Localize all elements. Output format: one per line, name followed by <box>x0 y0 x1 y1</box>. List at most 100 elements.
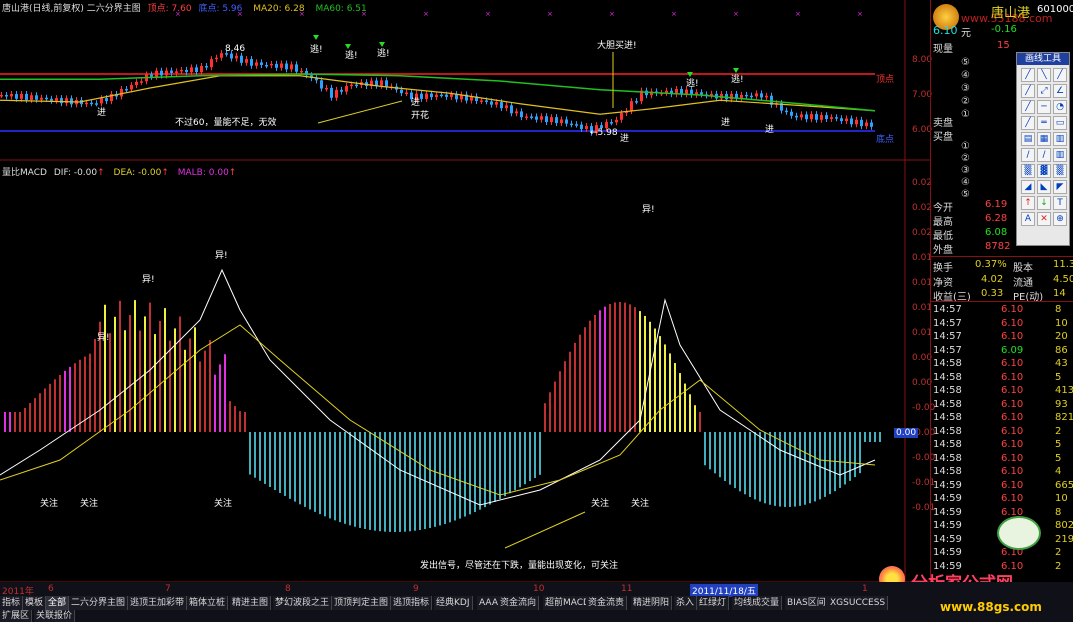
fib-tool-icon[interactable]: ╱ <box>1021 116 1035 130</box>
macd-histogram-bar <box>699 412 701 432</box>
indicator-tab[interactable]: 红绿灯 <box>697 596 730 610</box>
indicator-tab[interactable]: 全部 <box>46 596 70 610</box>
flag-tool-icon[interactable]: ◤ <box>1053 180 1067 194</box>
magnet-tool-icon[interactable]: ⊕ <box>1053 212 1067 226</box>
tick-volume: 8 <box>1055 304 1062 315</box>
candle <box>45 97 48 100</box>
indicator-tab[interactable]: 杀入 <box>674 596 698 610</box>
up-arrow-icon[interactable]: ↑ <box>1021 196 1035 210</box>
line-tool-icon[interactable]: ╱ <box>1021 68 1035 82</box>
gann-tool-icon[interactable]: ∕ <box>1037 148 1051 162</box>
indicator-tab[interactable]: 箱体立桩 <box>187 596 229 610</box>
segment-tool-icon[interactable]: ╱ <box>1053 68 1067 82</box>
indicator-tab[interactable]: 资金流向 <box>498 596 540 610</box>
tick-volume: 2 <box>1055 560 1062 572</box>
tick-time: 14:59 <box>933 506 962 518</box>
tick-row: 14:59 6.10 2 <box>931 547 1073 559</box>
indicator-tab[interactable]: XGSUCCESS <box>828 596 889 610</box>
macd-histogram-bar <box>679 373 681 432</box>
candle <box>435 94 438 98</box>
indicator-tab[interactable]: 梦幻波段之王 <box>273 596 333 610</box>
macd-histogram-bar <box>199 361 201 432</box>
macd-histogram-bar <box>414 432 416 531</box>
indicator-tab[interactable]: BIAS区间 <box>785 596 829 610</box>
grid-tool-icon[interactable]: ▤ <box>1021 132 1035 146</box>
wedge-tool-icon[interactable]: ◣ <box>1037 180 1051 194</box>
ray-tool-icon[interactable]: ╲ <box>1037 68 1051 82</box>
trend-tool-icon[interactable]: ╱ <box>1021 84 1035 98</box>
candle <box>135 81 138 86</box>
fan-tool-icon[interactable]: ∕ <box>1021 148 1035 162</box>
tick-row: 14:57 6.10 8 <box>931 304 1073 316</box>
indicator-tab[interactable]: 二六分界主图 <box>69 596 129 610</box>
macd-histogram-bar <box>389 432 391 532</box>
candle <box>185 69 188 73</box>
arc-tool-icon[interactable]: ◔ <box>1053 100 1067 114</box>
indicator-tab[interactable]: 逃顶指标 <box>391 596 433 610</box>
candle <box>35 95 38 100</box>
zone-tool-icon[interactable]: ▒ <box>1053 164 1067 178</box>
indicator-tab[interactable]: 指标 <box>0 596 24 610</box>
tick-price: 6.10 <box>1001 479 1024 491</box>
macd-histogram-bar <box>394 432 396 532</box>
now-volume-label: 现量 <box>933 44 953 55</box>
macd-histogram-bar <box>29 403 31 432</box>
macd-histogram-bar <box>69 366 71 432</box>
period-tool-icon[interactable]: ▥ <box>1053 148 1067 162</box>
text-tool-icon[interactable]: T <box>1053 196 1067 210</box>
bar-tool-icon[interactable]: ▥ <box>1053 132 1067 146</box>
angle-tool-icon[interactable]: ∠ <box>1053 84 1067 98</box>
hline-tool-icon[interactable]: ─ <box>1037 100 1051 114</box>
chart-area[interactable]: × × × × × × × × × × × × 唐山港(日线,前复权) 二六分界主图 顶点: 7.60… <box>0 0 935 583</box>
macd-histogram-bar <box>734 432 736 489</box>
triangle-tool-icon[interactable]: ◢ <box>1021 180 1035 194</box>
macd-histogram-bar <box>89 353 91 432</box>
rect-tool-icon[interactable]: ▭ <box>1053 116 1067 130</box>
macd-histogram-bar <box>644 315 646 432</box>
delete-tool-icon[interactable]: ✕ <box>1037 212 1051 226</box>
indicator-tab[interactable]: 精进阴阳 <box>631 596 673 610</box>
extension-tab[interactable]: 扩展区 <box>0 610 33 622</box>
turnover-value: 0.37% <box>975 259 1007 270</box>
indicator-tab[interactable]: 资金流责 <box>586 596 628 610</box>
stock-name: 唐山港 <box>991 6 1031 21</box>
candle <box>700 92 703 95</box>
tick-time: 14:58 <box>933 425 962 437</box>
arrow-line-icon[interactable]: ⤢ <box>1037 84 1051 98</box>
indicator-tab[interactable]: 精进主图 <box>230 596 272 610</box>
candle <box>330 87 333 98</box>
kline-chart-svg[interactable]: × × × × × × × × × × × × <box>0 0 930 583</box>
candle <box>140 81 143 83</box>
ma60-label: MA60: 6.51 <box>315 4 367 14</box>
high-value: 6.28 <box>985 213 1008 224</box>
label-tool-icon[interactable]: A <box>1021 212 1035 226</box>
tick-time: 14:59 <box>933 547 962 558</box>
macd-histogram-bar <box>279 432 281 494</box>
down-arrow-icon[interactable]: ↓ <box>1037 196 1051 210</box>
related-quote-tab[interactable]: 关联报价 <box>34 610 76 622</box>
drawing-toolbar[interactable]: 画线工具 ╱ ╲ ╱ ╱ ⤢ ∠ ╱ ─ ◔ ╱ ═ ▭ ▤ ▦ ▥ ∕ ∕ ▥ ▒ ▓ ▒ ◢ ◣ ◤ ↑ ↓ T A ✕ ⊕ <box>1016 52 1070 246</box>
channel-tool-icon[interactable]: ═ <box>1037 116 1051 130</box>
parallel-tool-icon[interactable]: ╱ <box>1021 100 1035 114</box>
indicator-tab[interactable]: 均线成交量 <box>732 596 783 610</box>
macd-histogram-bar <box>749 432 751 497</box>
macd-histogram-bar <box>864 432 866 442</box>
indicator-tab[interactable]: 经典KDJ <box>434 596 473 610</box>
wave-tool-icon[interactable]: ▓ <box>1037 164 1051 178</box>
macd-histogram-bar <box>274 432 276 491</box>
box-tool-icon[interactable]: ▦ <box>1037 132 1051 146</box>
macd-histogram-bar <box>114 316 116 432</box>
macd-histogram-bar <box>824 432 826 497</box>
macd-histogram-bar <box>234 406 236 432</box>
indicator-tab[interactable]: 逃顶王加彩带 <box>128 596 188 610</box>
macd-histogram-bar <box>354 432 356 527</box>
tick-price: 6.10 <box>1001 466 1024 477</box>
indicator-tab[interactable]: 顶顶判定主图 <box>332 596 392 610</box>
chart-title: 唐山港(日线,前复权) 二六分界主图 <box>2 4 141 14</box>
macd-histogram-bar <box>629 304 631 432</box>
macd-histogram-bar <box>494 432 496 502</box>
candle <box>420 93 423 99</box>
pattern-tool-icon[interactable]: ▒ <box>1021 164 1035 178</box>
buy-level: ④ <box>961 177 970 188</box>
indicator-tab[interactable]: 模板 <box>23 596 47 610</box>
